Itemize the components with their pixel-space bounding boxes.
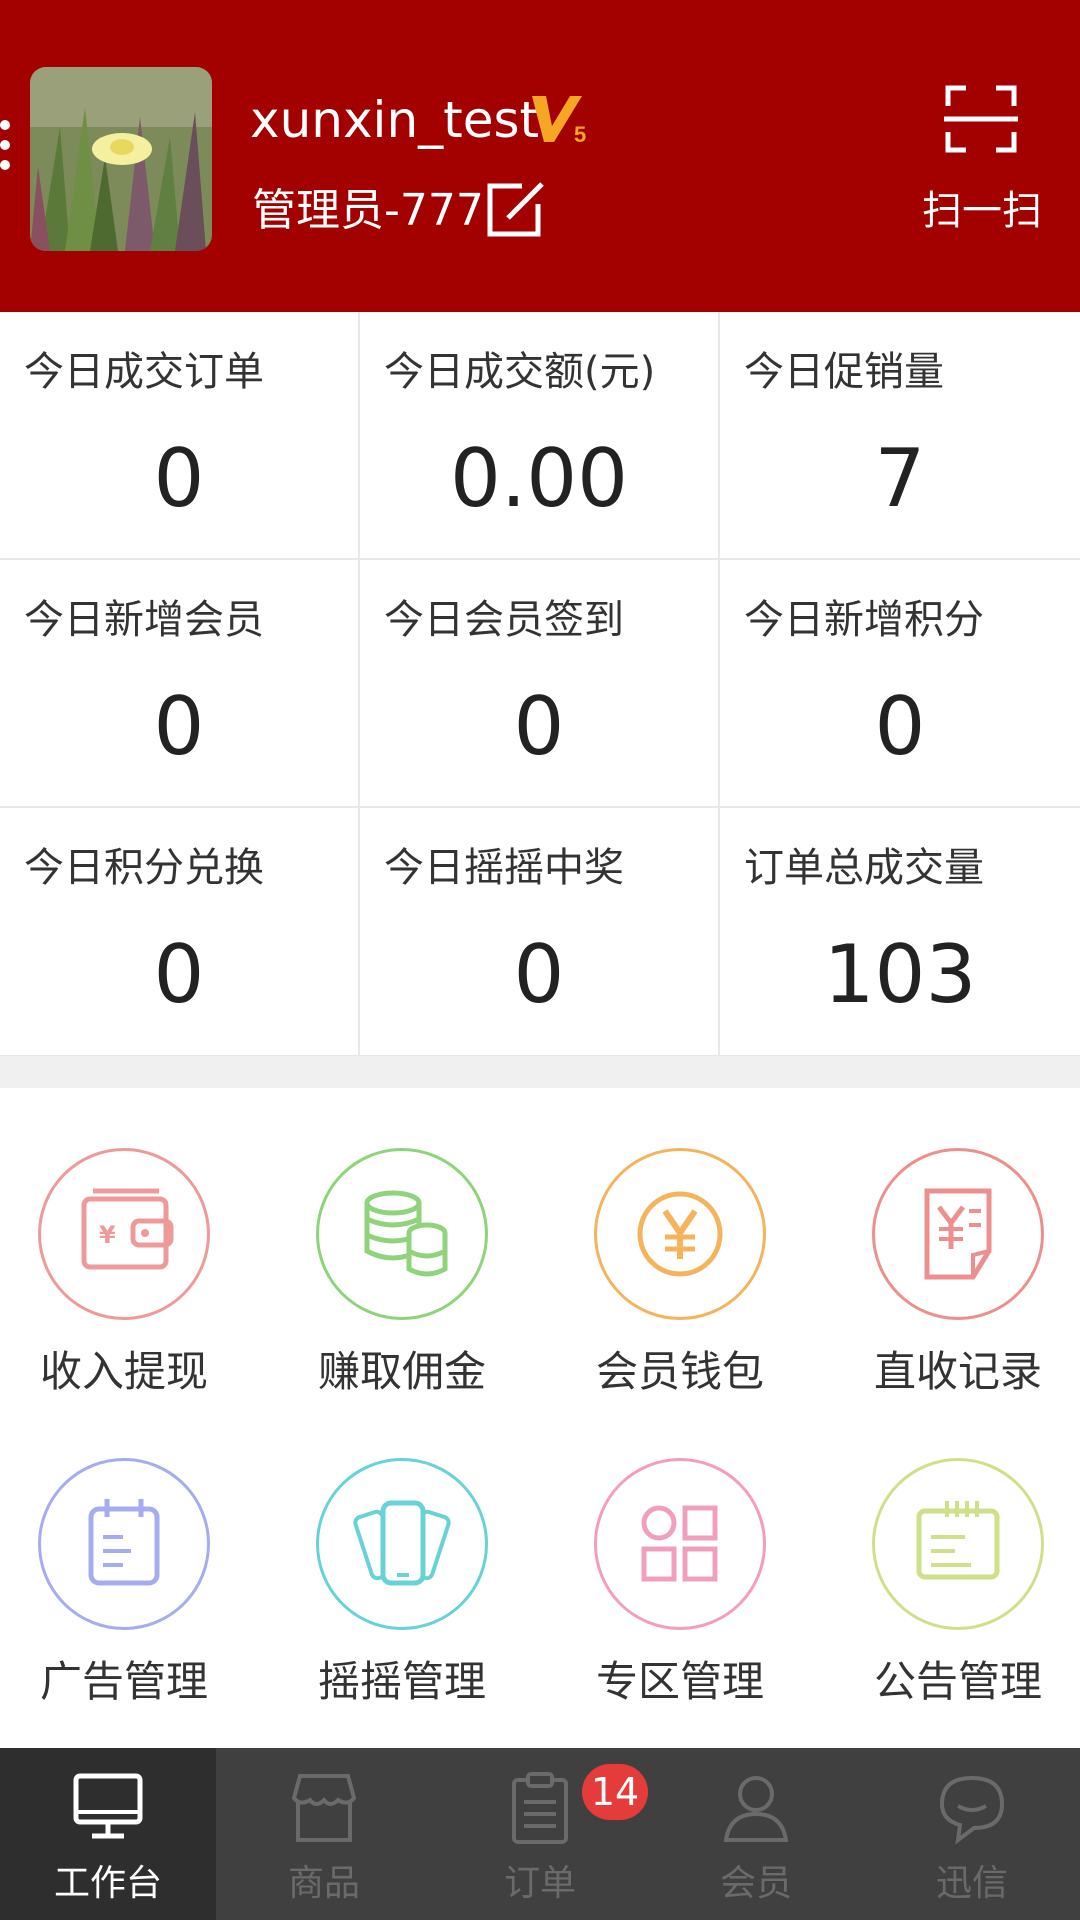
stat-label: 今日新增会员: [24, 597, 264, 643]
stat-cell[interactable]: 今日成交订单 0: [0, 312, 360, 560]
tab-label: 商品: [287, 1863, 360, 1904]
stat-cell[interactable]: 订单总成交量 103: [720, 808, 1080, 1056]
stat-value: 0: [153, 928, 205, 1021]
scan-label[interactable]: 扫一扫: [920, 184, 1044, 238]
clipboard-icon: [512, 1772, 568, 1844]
stat-label: 今日会员签到: [384, 597, 624, 643]
more-dots-icon[interactable]: [0, 120, 12, 180]
stat-label: 今日摇摇中奖: [384, 845, 624, 891]
func-label: 会员钱包: [595, 1347, 764, 1396]
scan-icon[interactable]: [944, 84, 1018, 154]
stat-label: 今日成交额(元): [384, 349, 656, 395]
stat-value: 0: [874, 680, 926, 773]
tab-workbench[interactable]: 工作台: [0, 1748, 216, 1920]
stat-value: 0.00: [449, 432, 629, 525]
stat-value: 0: [513, 928, 565, 1021]
edit-icon[interactable]: [486, 180, 552, 238]
stat-cell[interactable]: 今日新增会员 0: [0, 560, 360, 808]
stat-cell[interactable]: 今日促销量 7: [720, 312, 1080, 560]
func-notice-manage[interactable]: 公告管理: [834, 1458, 1080, 1758]
tab-label: 工作台: [53, 1863, 162, 1904]
func-label: 赚取佣金: [317, 1347, 486, 1396]
stat-value: 0: [153, 432, 205, 525]
bottom-tab-bar: 工作台 商品 订单 会员 迅信: [0, 1748, 1080, 1920]
role-label: 管理员-777: [252, 185, 484, 236]
grid-icon: [594, 1458, 766, 1630]
func-earn-commission[interactable]: 赚取佣金: [278, 1148, 548, 1448]
func-member-wallet[interactable]: 会员钱包: [556, 1148, 826, 1448]
orders-badge: 14: [582, 1764, 648, 1820]
wallet-icon: ¥: [38, 1148, 210, 1320]
notice-icon: [872, 1458, 1044, 1630]
func-label: 摇摇管理: [317, 1657, 486, 1706]
stat-cell[interactable]: 今日会员签到 0: [360, 560, 720, 808]
tab-label: 会员: [719, 1863, 792, 1904]
stat-label: 今日积分兑换: [24, 845, 264, 891]
tab-products[interactable]: 商品: [216, 1748, 432, 1920]
func-zone-manage[interactable]: 专区管理: [556, 1458, 826, 1758]
vip-badge-icon: 5: [530, 92, 590, 148]
stat-value: 0: [153, 680, 205, 773]
func-label: 公告管理: [873, 1657, 1042, 1706]
func-label: 直收记录: [873, 1347, 1042, 1396]
stats-grid: 今日成交订单 0 今日成交额(元) 0.00 今日促销量 7 今日新增会员 0 …: [0, 312, 1080, 1056]
func-direct-record[interactable]: 直收记录: [834, 1148, 1080, 1448]
stat-cell[interactable]: 今日积分兑换 0: [0, 808, 360, 1056]
section-divider: [0, 1056, 1080, 1088]
svg-text:5: 5: [574, 122, 586, 147]
tab-messages[interactable]: 迅信: [864, 1748, 1080, 1920]
stat-cell[interactable]: 今日成交额(元) 0.00: [360, 312, 720, 560]
stat-label: 今日成交订单: [24, 349, 264, 395]
func-label: 专区管理: [595, 1657, 764, 1706]
store-icon: [291, 1774, 357, 1842]
username: xunxin_test: [250, 91, 540, 149]
func-ad-manage[interactable]: 广告管理: [0, 1458, 270, 1758]
avatar[interactable]: [30, 67, 212, 251]
svg-text:¥: ¥: [99, 1221, 116, 1249]
tab-label: 迅信: [935, 1863, 1008, 1904]
stat-cell[interactable]: 今日摇摇中奖 0: [360, 808, 720, 1056]
func-label: 广告管理: [39, 1657, 208, 1706]
stat-label: 今日促销量: [744, 349, 944, 395]
calendar-icon: [38, 1458, 210, 1630]
monitor-icon: [73, 1773, 143, 1839]
phone-shake-icon: [316, 1458, 488, 1630]
yen-coin-icon: [594, 1148, 766, 1320]
func-label: 收入提现: [39, 1347, 208, 1396]
profile-header: xunxin_test 5 管理员-777 扫一扫: [0, 0, 1080, 312]
stat-label: 今日新增积分: [744, 597, 984, 643]
tab-label: 订单: [503, 1863, 576, 1904]
tab-members[interactable]: 会员: [648, 1748, 864, 1920]
stat-value: 7: [874, 432, 926, 525]
stat-cell[interactable]: 今日新增积分 0: [720, 560, 1080, 808]
func-income-withdraw[interactable]: ¥ 收入提现: [0, 1148, 270, 1448]
stat-label: 订单总成交量: [744, 845, 984, 891]
func-shake-manage[interactable]: 摇摇管理: [278, 1458, 548, 1758]
chat-icon: [939, 1775, 1005, 1845]
coins-icon: [316, 1148, 488, 1320]
stat-value: 0: [513, 680, 565, 773]
receipt-icon: [872, 1148, 1044, 1320]
user-icon: [723, 1776, 789, 1842]
stat-value: 103: [823, 928, 977, 1021]
